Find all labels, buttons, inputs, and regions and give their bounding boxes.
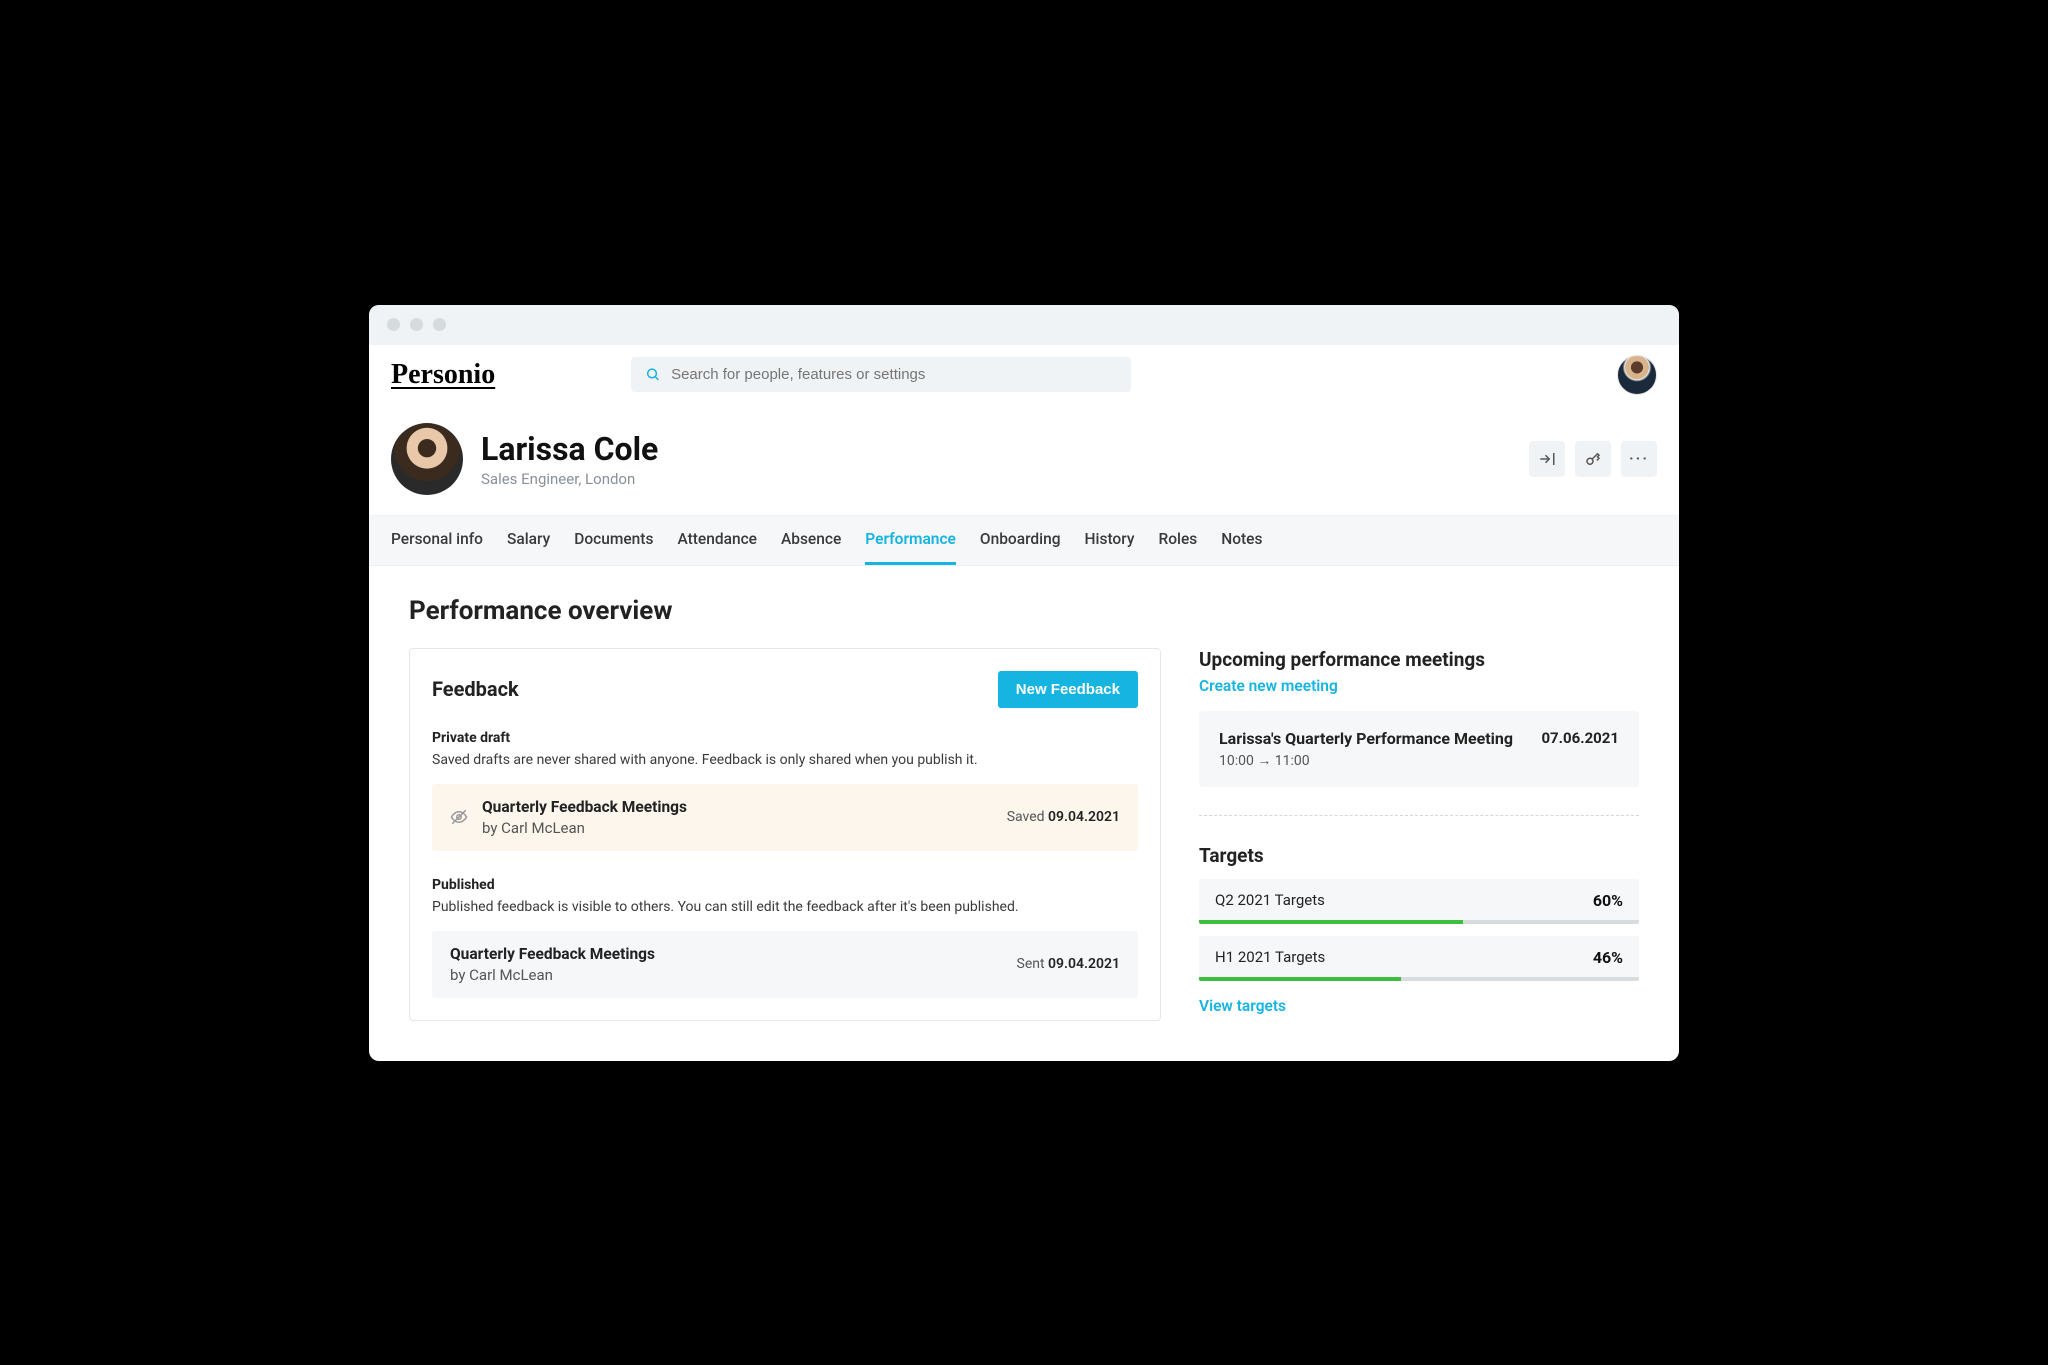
search-icon <box>645 366 661 383</box>
pub-item-title: Quarterly Feedback Meetings <box>450 945 1003 963</box>
published-label: Published <box>432 877 1138 893</box>
published-desc: Published feedback is visible to others.… <box>432 899 1138 915</box>
pub-item-meta: Sent 09.04.2021 <box>1017 956 1121 972</box>
tab-performance[interactable]: Performance <box>865 516 956 565</box>
content-area: Performance overview Feedback New Feedba… <box>369 566 1679 1061</box>
meeting-item-date: 07.06.2021 <box>1541 729 1619 747</box>
draft-item-meta: Saved 09.04.2021 <box>1007 809 1120 825</box>
window-dot <box>433 318 446 331</box>
header-actions: ··· <box>1529 441 1657 477</box>
login-as-button[interactable] <box>1529 441 1565 477</box>
window-dot <box>387 318 400 331</box>
progress-bar <box>1199 977 1639 981</box>
target-item[interactable]: Q2 2021 Targets 60% <box>1199 879 1639 924</box>
logo[interactable]: Personio <box>391 359 511 391</box>
progress-bar <box>1199 920 1639 924</box>
profile-header: Larissa Cole Sales Engineer, London ··· <box>369 405 1679 515</box>
tab-absence[interactable]: Absence <box>781 516 841 565</box>
meeting-item[interactable]: Larissa's Quarterly Performance Meeting … <box>1199 711 1639 787</box>
feedback-draft-item[interactable]: Quarterly Feedback Meetings by Carl McLe… <box>432 784 1138 851</box>
search-input[interactable] <box>671 366 1117 383</box>
progress-fill <box>1199 977 1401 981</box>
meeting-item-time: 10:00 → 11:00 <box>1219 752 1527 769</box>
target-item[interactable]: H1 2021 Targets 46% <box>1199 936 1639 981</box>
search-box[interactable] <box>631 357 1131 392</box>
current-user-avatar[interactable] <box>1617 355 1657 395</box>
tab-notes[interactable]: Notes <box>1221 516 1262 565</box>
login-icon <box>1538 450 1556 468</box>
tab-salary[interactable]: Salary <box>507 516 550 565</box>
tab-personal-info[interactable]: Personal info <box>391 516 483 565</box>
window-titlebar <box>369 305 1679 345</box>
draft-item-title: Quarterly Feedback Meetings <box>482 798 993 816</box>
new-feedback-button[interactable]: New Feedback <box>998 671 1138 708</box>
targets-title: Targets <box>1199 844 1639 867</box>
tab-bar: Personal info Salary Documents Attendanc… <box>369 515 1679 566</box>
more-button[interactable]: ··· <box>1621 441 1657 477</box>
pub-item-author: by Carl McLean <box>450 966 1003 984</box>
key-icon <box>1584 450 1602 468</box>
profile-name: Larissa Cole <box>481 430 658 468</box>
tab-documents[interactable]: Documents <box>574 516 653 565</box>
profile-info: Larissa Cole Sales Engineer, London <box>481 430 658 488</box>
window-dot <box>410 318 423 331</box>
target-label: H1 2021 Targets <box>1215 948 1593 966</box>
divider <box>1199 815 1639 816</box>
draft-desc: Saved drafts are never shared with anyon… <box>432 752 1138 768</box>
feedback-card: Feedback New Feedback Private draft Save… <box>409 648 1161 1021</box>
tab-onboarding[interactable]: Onboarding <box>980 516 1061 565</box>
key-button[interactable] <box>1575 441 1611 477</box>
page-title: Performance overview <box>409 596 1639 626</box>
tab-attendance[interactable]: Attendance <box>677 516 757 565</box>
meeting-item-title: Larissa's Quarterly Performance Meeting <box>1219 729 1527 748</box>
feedback-title: Feedback <box>432 677 519 701</box>
tab-roles[interactable]: Roles <box>1158 516 1197 565</box>
top-bar: Personio <box>369 345 1679 405</box>
eye-off-icon <box>450 808 468 826</box>
draft-label: Private draft <box>432 730 1138 746</box>
tab-history[interactable]: History <box>1085 516 1135 565</box>
app-window: Personio Larissa Cole Sales Engineer, Lo… <box>369 305 1679 1061</box>
draft-item-author: by Carl McLean <box>482 819 993 837</box>
view-targets-link[interactable]: View targets <box>1199 997 1639 1015</box>
target-percent: 60% <box>1593 891 1623 910</box>
profile-role: Sales Engineer, London <box>481 470 658 488</box>
progress-fill <box>1199 920 1463 924</box>
feedback-published-item[interactable]: Quarterly Feedback Meetings by Carl McLe… <box>432 931 1138 998</box>
target-label: Q2 2021 Targets <box>1215 891 1593 909</box>
create-meeting-link[interactable]: Create new meeting <box>1199 677 1639 695</box>
target-percent: 46% <box>1593 948 1623 967</box>
more-icon: ··· <box>1629 449 1649 468</box>
meetings-title: Upcoming performance meetings <box>1199 648 1639 671</box>
profile-avatar[interactable] <box>391 423 463 495</box>
